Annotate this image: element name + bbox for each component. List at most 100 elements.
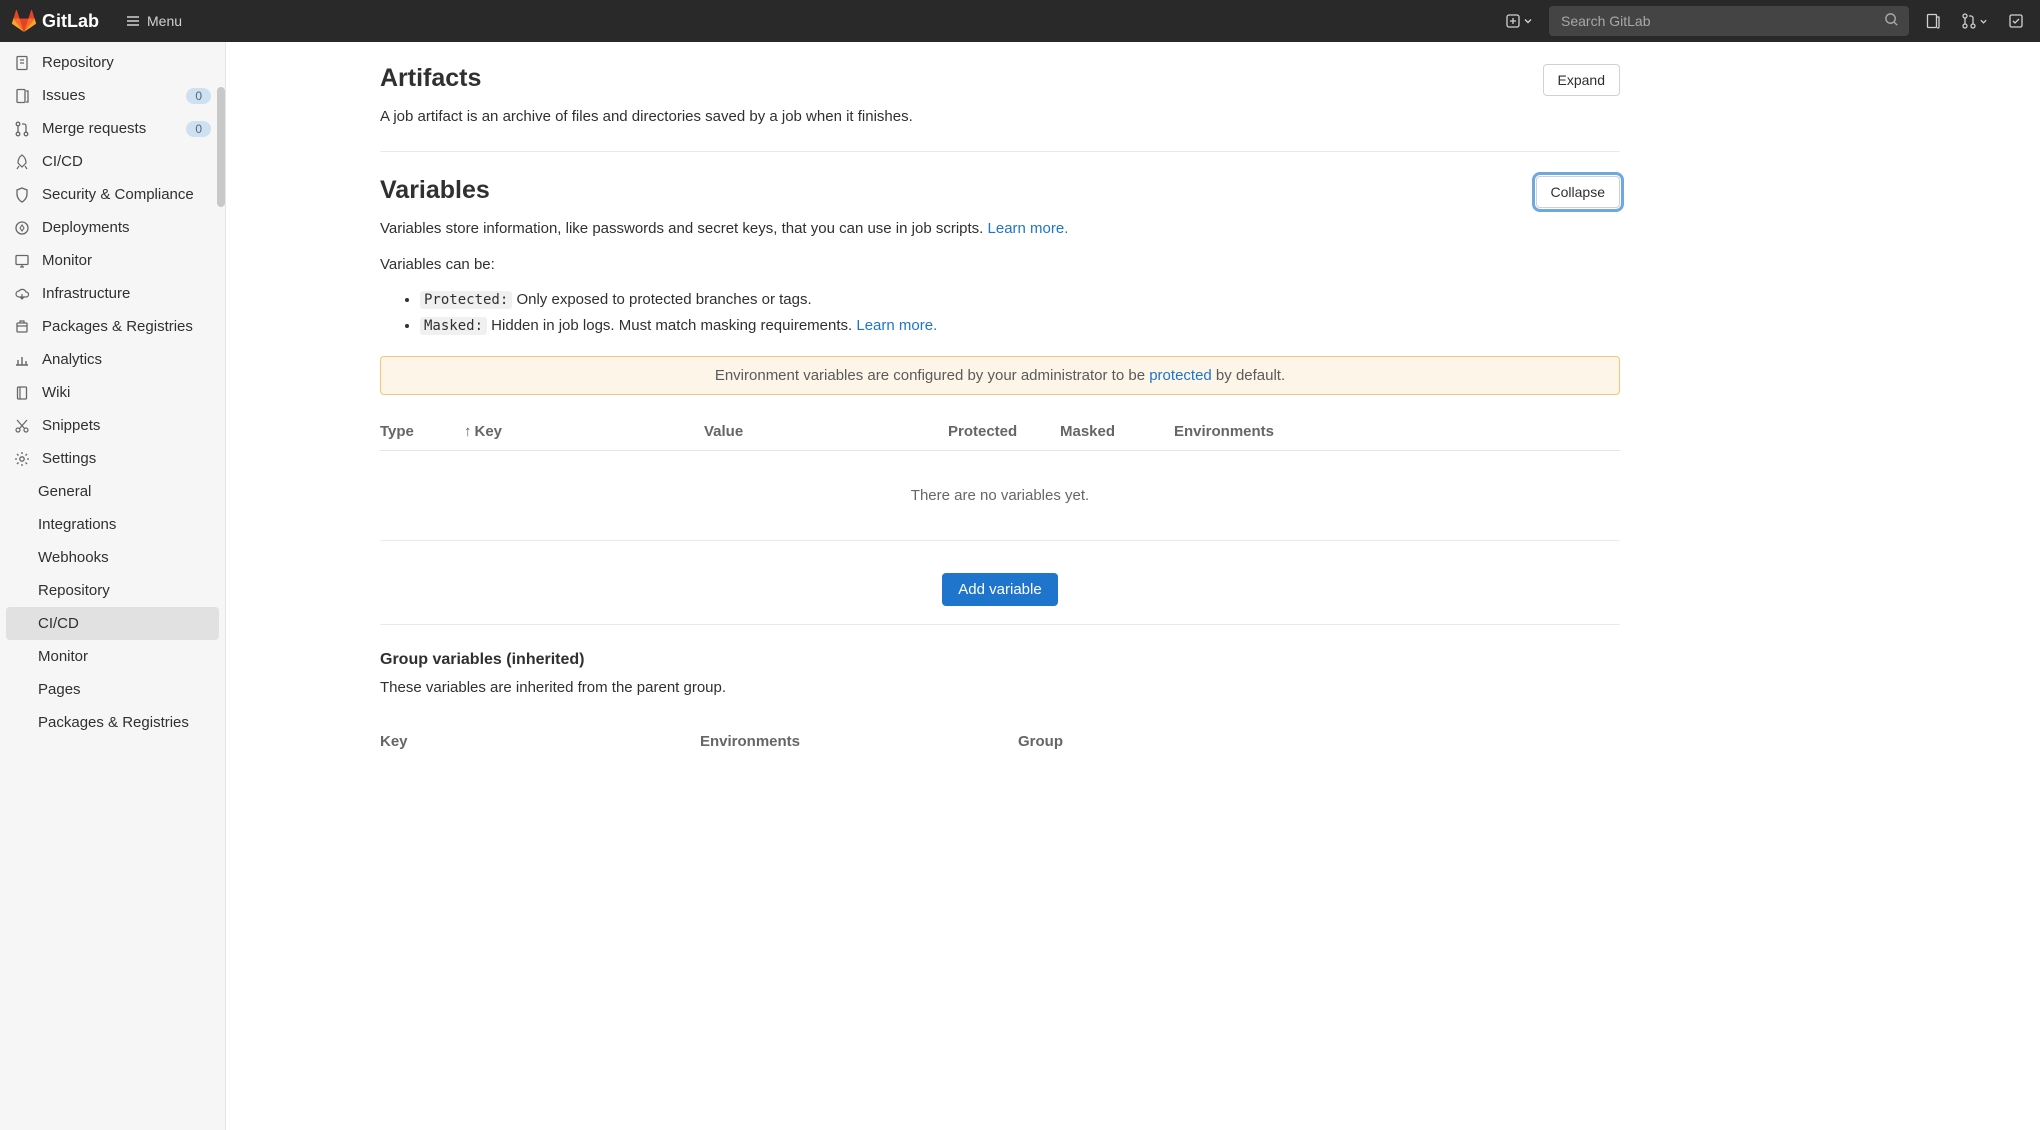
- sidebar-sub-repository[interactable]: Repository: [0, 574, 225, 607]
- cloud-icon: [14, 286, 30, 302]
- monitor-icon: [14, 253, 30, 269]
- chevron-down-icon: [1523, 16, 1533, 26]
- sidebar-item-label: Deployments: [42, 219, 130, 236]
- gitlab-icon: [12, 9, 36, 33]
- new-dropdown[interactable]: [1501, 9, 1537, 33]
- sort-arrow-icon: ↑: [464, 423, 472, 440]
- doc-icon: [14, 55, 30, 71]
- variables-can-be: Variables can be:: [380, 254, 1620, 277]
- sidebar-item-label: Wiki: [42, 384, 70, 401]
- col-protected[interactable]: Protected: [948, 423, 1060, 440]
- group-variables-desc: These variables are inherited from the p…: [380, 677, 1620, 700]
- sidebar-sub-cicd[interactable]: CI/CD: [6, 607, 219, 640]
- sidebar-item-monitor[interactable]: Monitor: [0, 244, 225, 277]
- sidebar-item-label: Security & Compliance: [42, 186, 194, 203]
- sidebar-item-security[interactable]: Security & Compliance: [0, 178, 225, 211]
- sidebar-item-wiki[interactable]: Wiki: [0, 376, 225, 409]
- notice-prefix: Environment variables are configured by …: [715, 367, 1149, 384]
- search-wrap: [1549, 6, 1909, 36]
- group-variables-title: Group variables (inherited): [380, 651, 1620, 669]
- sidebar-item-label: Analytics: [42, 351, 102, 368]
- sidebar-item-cicd[interactable]: CI/CD: [0, 145, 225, 178]
- sidebar-item-label: Settings: [42, 450, 96, 467]
- main-content: Artifacts Expand A job artifact is an ar…: [380, 42, 1620, 1130]
- sidebar-item-packages[interactable]: Packages & Registries: [0, 310, 225, 343]
- masked-code: Masked:: [420, 317, 487, 335]
- rocket-icon: [14, 154, 30, 170]
- sidebar-item-label: CI/CD: [42, 153, 83, 170]
- empty-variables-message: There are no variables yet.: [380, 451, 1620, 541]
- artifacts-desc: A job artifact is an archive of files an…: [380, 106, 1620, 129]
- add-variable-button[interactable]: Add variable: [942, 573, 1057, 606]
- hamburger-icon: [125, 13, 141, 29]
- variables-collapse-button[interactable]: Collapse: [1536, 176, 1620, 208]
- sidebar-sub-monitor[interactable]: Monitor: [0, 640, 225, 673]
- notice-suffix: by default.: [1212, 367, 1285, 384]
- sidebar-item-deployments[interactable]: Deployments: [0, 211, 225, 244]
- col-value[interactable]: Value: [704, 423, 948, 440]
- artifacts-title: Artifacts: [380, 64, 481, 93]
- shield-icon: [14, 187, 30, 203]
- merge-requests-dropdown[interactable]: [1957, 9, 1992, 33]
- sidebar-item-repository[interactable]: Repository: [0, 46, 225, 79]
- col-type[interactable]: Type: [380, 423, 464, 440]
- masked-text: Hidden in job logs. Must match masking r…: [487, 317, 856, 334]
- protected-text: Only exposed to protected branches or ta…: [512, 291, 811, 308]
- variables-title: Variables: [380, 176, 490, 205]
- count-badge: 0: [186, 88, 211, 104]
- sidebar-item-label: Merge requests: [42, 120, 146, 137]
- artifacts-section: Artifacts Expand A job artifact is an ar…: [380, 58, 1620, 152]
- group-table-header: Key Environments Group: [380, 719, 1620, 750]
- sidebar-item-infrastructure[interactable]: Infrastructure: [0, 277, 225, 310]
- sidebar-item-label: Repository: [42, 54, 114, 71]
- package-icon: [14, 319, 30, 335]
- learn-more-link[interactable]: Learn more.: [988, 220, 1069, 237]
- gear-icon: [14, 451, 30, 467]
- gcol-group[interactable]: Group: [1018, 733, 1620, 750]
- book-icon: [14, 385, 30, 401]
- sidebar-sub-webhooks[interactable]: Webhooks: [0, 541, 225, 574]
- col-key[interactable]: ↑Key: [464, 423, 704, 440]
- sidebar-item-snippets[interactable]: Snippets: [0, 409, 225, 442]
- sidebar-item-label: Monitor: [42, 252, 92, 269]
- col-masked[interactable]: Masked: [1060, 423, 1174, 440]
- variables-table-header: Type ↑Key Value Protected Masked Environ…: [380, 413, 1620, 451]
- protected-desc: Protected: Only exposed to protected bra…: [420, 289, 1620, 312]
- sidebar-item-merge-requests[interactable]: Merge requests0: [0, 112, 225, 145]
- variables-desc-text: Variables store information, like passwo…: [380, 220, 988, 237]
- plus-icon: [1505, 13, 1521, 29]
- masked-desc: Masked: Hidden in job logs. Must match m…: [420, 315, 1620, 338]
- variables-section: Variables Collapse Variables store infor…: [380, 170, 1620, 769]
- issue-icon: [14, 88, 30, 104]
- col-key-label: Key: [475, 423, 503, 440]
- chart-icon: [14, 352, 30, 368]
- sidebar-item-label: Issues: [42, 87, 85, 104]
- variables-type-list: Protected: Only exposed to protected bra…: [420, 289, 1620, 338]
- learn-more-link[interactable]: Learn more.: [856, 317, 937, 334]
- variables-desc: Variables store information, like passwo…: [380, 218, 1620, 241]
- sidebar-sub-integrations[interactable]: Integrations: [0, 508, 225, 541]
- scissors-icon: [14, 418, 30, 434]
- gcol-env[interactable]: Environments: [700, 733, 1018, 750]
- topbar: GitLab Menu: [0, 0, 2040, 42]
- sidebar-sub-general[interactable]: General: [0, 475, 225, 508]
- artifacts-expand-button[interactable]: Expand: [1543, 64, 1620, 96]
- menu-button[interactable]: Menu: [125, 13, 182, 29]
- sidebar-sub-pages[interactable]: Pages: [0, 673, 225, 706]
- search-input[interactable]: [1549, 6, 1909, 36]
- col-environments[interactable]: Environments: [1174, 423, 1620, 440]
- sidebar-sub-packages[interactable]: Packages & Registries: [0, 706, 225, 739]
- issues-icon-top[interactable]: [1921, 9, 1945, 33]
- mr-icon: [14, 121, 30, 137]
- sidebar-item-analytics[interactable]: Analytics: [0, 343, 225, 376]
- sidebar: Repository Issues 0 Merge requests0 CI/CD…: [0, 42, 226, 1130]
- search-icon: [1884, 12, 1899, 30]
- sidebar-item-settings[interactable]: Settings: [0, 442, 225, 475]
- deploy-icon: [14, 220, 30, 236]
- protected-link[interactable]: protected: [1149, 367, 1212, 384]
- gcol-key[interactable]: Key: [380, 733, 700, 750]
- sidebar-item-issues[interactable]: Issues 0: [0, 79, 225, 112]
- brand-logo[interactable]: GitLab: [12, 9, 99, 33]
- sidebar-item-label: Packages & Registries: [42, 318, 193, 335]
- todos-icon[interactable]: [2004, 9, 2028, 33]
